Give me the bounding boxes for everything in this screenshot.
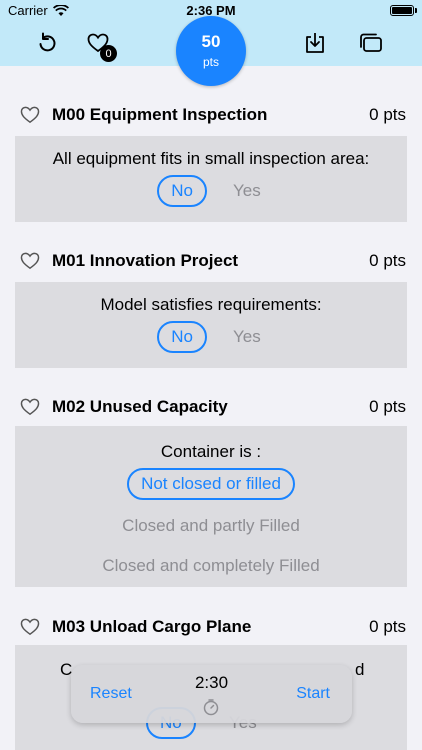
option-yes-button[interactable]: Yes [229,323,265,351]
mission-points: 0 pts [369,105,406,124]
mission-m01: M01 Innovation Project 0 pts [0,246,422,276]
mission-header: M00 Equipment Inspection 0 pts [0,100,422,130]
mission-question: Container is : [160,442,262,461]
score-button[interactable]: 50 pts [176,16,246,86]
mission-m03: M03 Unload Cargo Plane 0 pts [0,612,422,642]
option-not-closed-button[interactable]: Not closed or filled [127,468,295,500]
option-no-button[interactable]: No [157,175,207,207]
favorite-heart-icon[interactable] [20,618,40,636]
mission-question: Model satisfies requirements: [100,295,322,314]
mission-question-tail: d [355,660,365,679]
mission-points: 0 pts [369,397,406,416]
option-yes-button[interactable]: Yes [229,177,265,205]
option-no-button[interactable]: No [157,321,207,353]
mission-points: 0 pts [369,617,406,636]
option-completely-filled-button[interactable]: Closed and completely Filled [98,552,323,580]
favorite-heart-icon[interactable] [20,106,40,124]
mission-title: M01 Innovation Project [52,251,239,270]
battery-icon [390,5,417,16]
option-partly-filled-button[interactable]: Closed and partly Filled [118,512,304,540]
mission-header: M03 Unload Cargo Plane 0 pts [0,612,422,642]
mission-header: M01 Innovation Project 0 pts [0,246,422,276]
mission-points: 0 pts [369,251,406,270]
mission-m00: M00 Equipment Inspection 0 pts [0,100,422,130]
mission-title: M03 Unload Cargo Plane [52,617,252,636]
reset-icon[interactable] [34,30,60,56]
favorite-heart-icon[interactable] [20,252,40,270]
mission-question: All equipment fits in small inspection a… [52,149,370,168]
mission-title: M00 Equipment Inspection [52,105,268,124]
windows-icon[interactable] [358,30,384,56]
score-value: 50 [201,32,221,51]
download-icon[interactable] [302,30,328,56]
score-unit: pts [202,55,219,69]
favorite-heart-icon[interactable] [20,398,40,416]
stopwatch-icon [203,699,219,716]
timer-start-button[interactable]: Start [296,685,330,703]
mission-title: M02 Unused Capacity [52,397,228,416]
mission-header: M02 Unused Capacity 0 pts [0,392,422,422]
mission-panel-m01: Model satisfies requirements: No Yes [15,282,407,368]
mission-m02: M02 Unused Capacity 0 pts [0,392,422,422]
mission-panel-m02: Container is : Not closed or filled Clos… [15,426,407,587]
match-timer: Reset 2:30 Start [71,665,352,723]
mission-panel-m00: All equipment fits in small inspection a… [15,136,407,222]
favorites-count-badge: 0 [100,45,117,62]
